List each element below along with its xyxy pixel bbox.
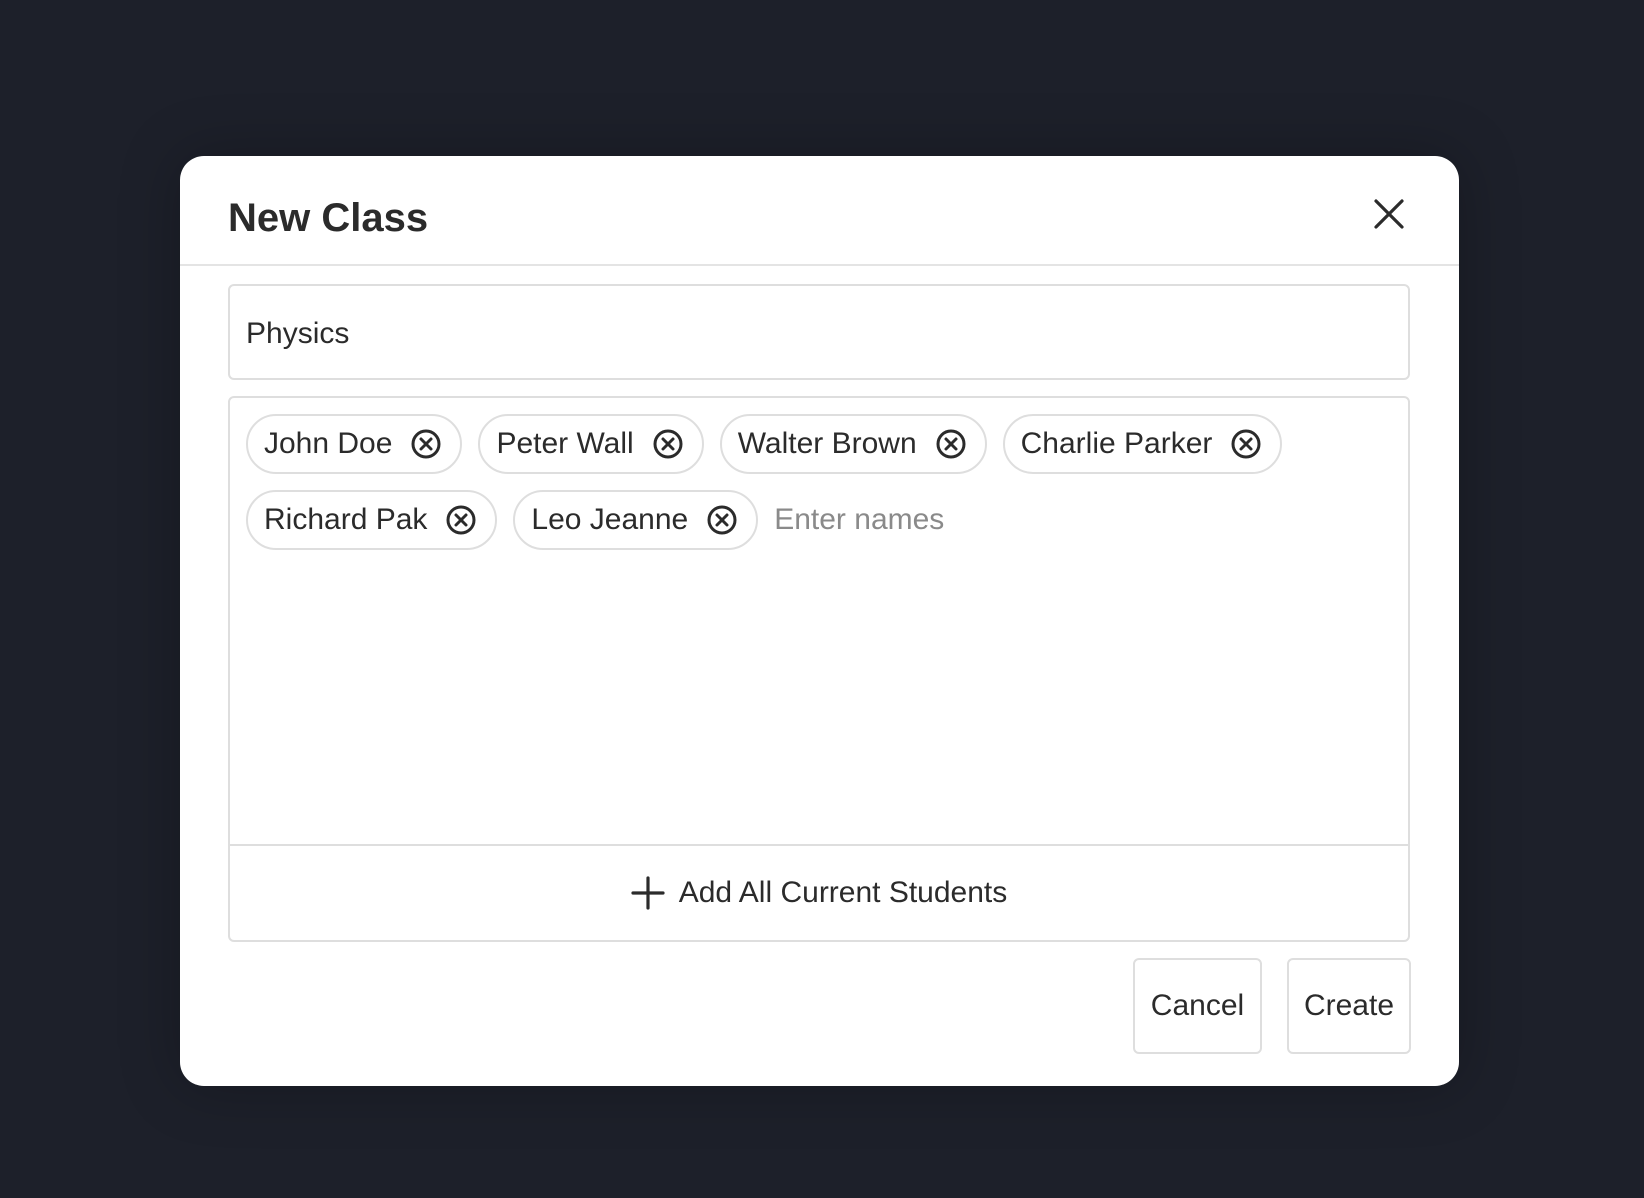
student-chip: Charlie Parker (1002, 414, 1283, 474)
class-name-input[interactable]: Physics (228, 284, 1410, 380)
remove-student-button[interactable] (706, 504, 738, 536)
remove-circle-icon (446, 505, 476, 535)
add-all-students-label: Add All Current Students (678, 876, 1008, 909)
student-chip-label: Walter Brown (737, 427, 917, 460)
remove-circle-icon (936, 429, 966, 459)
student-chip: Richard Pak (246, 490, 498, 550)
plus-icon (631, 876, 665, 910)
student-names-input[interactable] (774, 490, 1075, 550)
close-icon (1374, 199, 1404, 229)
student-chip-list: John Doe Peter Wall Walter Brown Charlie… (246, 414, 1392, 550)
student-chip-label: Peter Wall (496, 427, 634, 460)
remove-student-button[interactable] (935, 428, 967, 460)
student-chip: John Doe (246, 414, 463, 474)
student-chip: Peter Wall (478, 414, 704, 474)
student-chip: Leo Jeanne (513, 490, 759, 550)
create-button[interactable]: Create (1287, 958, 1411, 1054)
remove-circle-icon (653, 429, 683, 459)
remove-circle-icon (707, 505, 737, 535)
student-chip-label: Richard Pak (264, 503, 428, 536)
students-field: John Doe Peter Wall Walter Brown Charlie… (228, 396, 1410, 942)
close-button[interactable] (1371, 196, 1407, 232)
remove-student-button[interactable] (652, 428, 684, 460)
student-chip-label: Charlie Parker (1020, 427, 1213, 460)
cancel-button[interactable]: Cancel (1133, 958, 1262, 1054)
remove-circle-icon (1231, 429, 1261, 459)
remove-student-button[interactable] (1230, 428, 1262, 460)
remove-circle-icon (411, 429, 441, 459)
add-all-students-button[interactable]: Add All Current Students (230, 844, 1408, 940)
remove-student-button[interactable] (445, 504, 477, 536)
remove-student-button[interactable] (410, 428, 442, 460)
class-name-value: Physics (246, 317, 350, 350)
student-chip-label: Leo Jeanne (531, 503, 689, 536)
new-class-dialog: New Class Physics John Doe Peter Wall Wa… (180, 156, 1459, 1086)
dialog-header: New Class (180, 156, 1459, 266)
dialog-title: New Class (228, 196, 429, 240)
student-chip-label: John Doe (264, 427, 393, 460)
student-chip: Walter Brown (719, 414, 987, 474)
